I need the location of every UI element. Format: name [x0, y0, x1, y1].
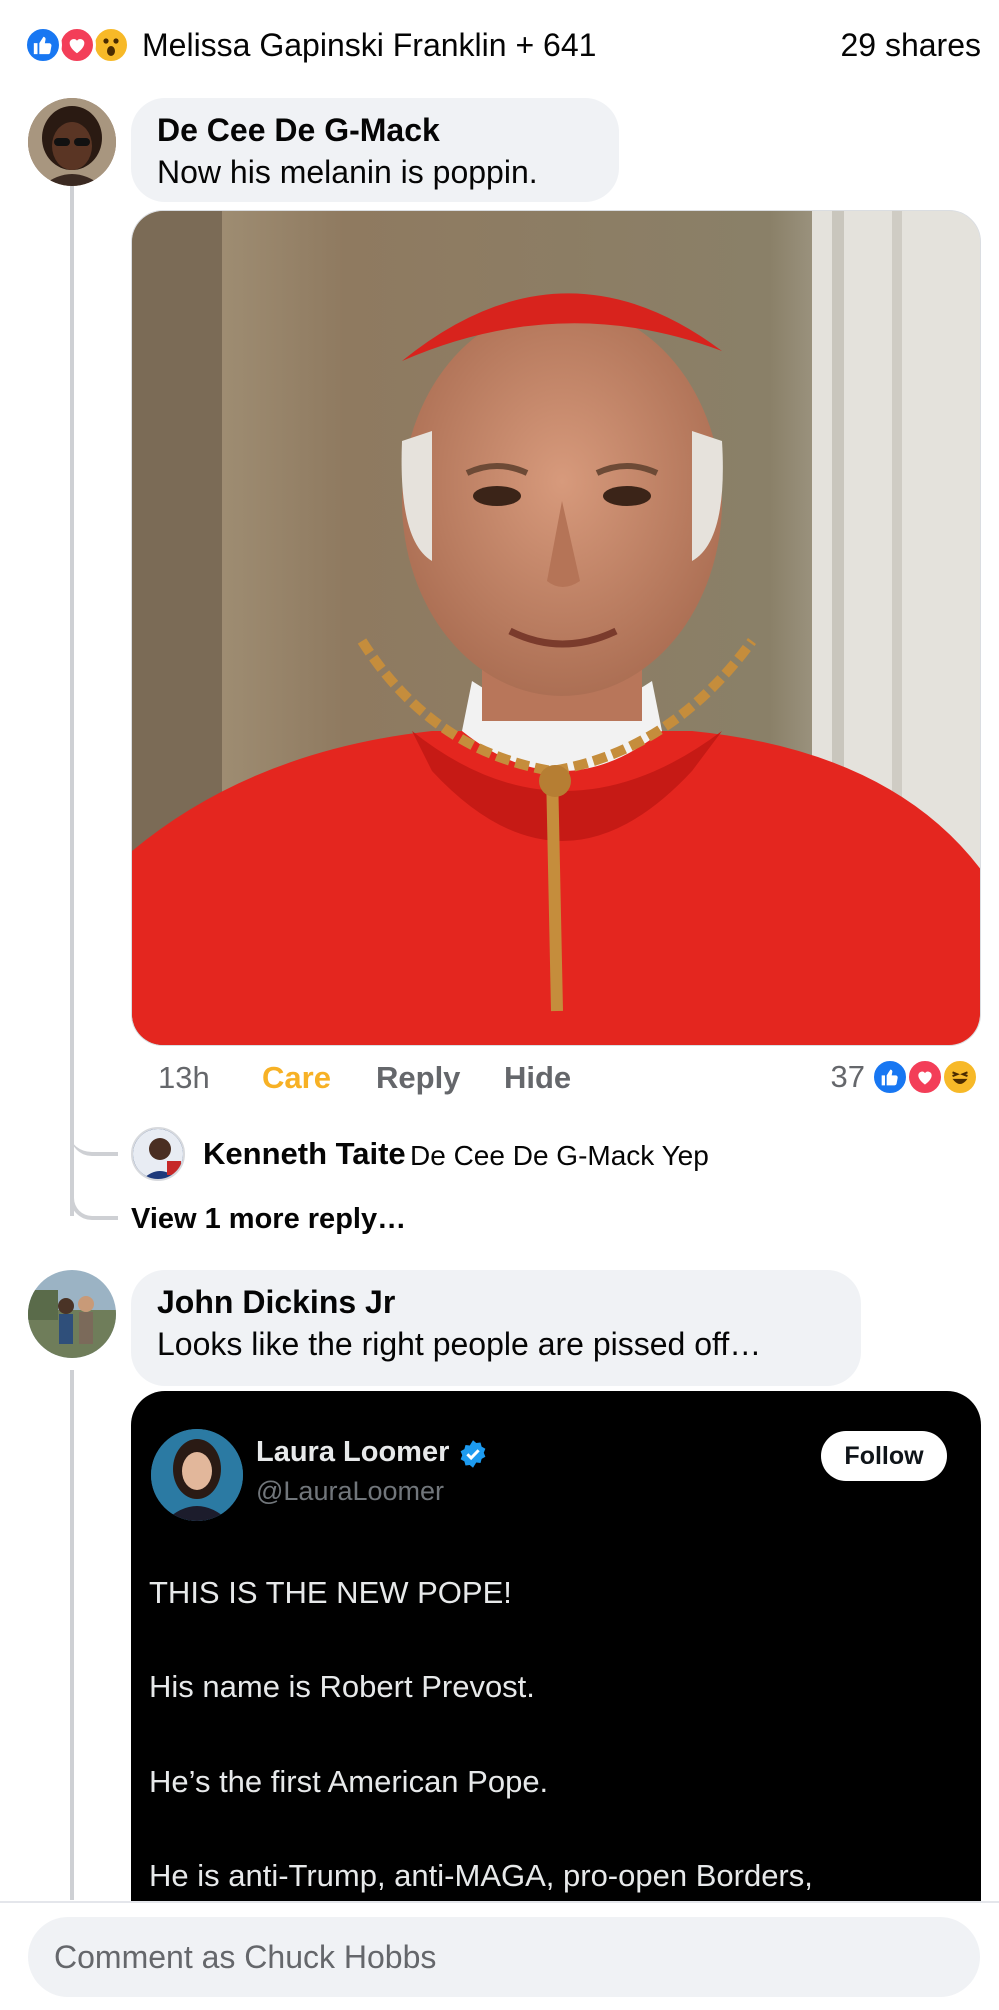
comment-bubble[interactable]: De Cee De G-Mack Now his melanin is popp…: [131, 98, 619, 202]
haha-icon: [941, 1058, 979, 1096]
love-icon: [58, 26, 96, 64]
avatar[interactable]: [28, 1270, 116, 1358]
post-reactions-bar[interactable]: Melissa Gapinski Franklin + 641 29 share…: [0, 0, 999, 92]
view-more-replies-link[interactable]: View 1 more reply…: [131, 1199, 406, 1239]
tweet-author-handle: @LauraLoomer: [256, 1476, 445, 1506]
tweet-screenshot[interactable]: Laura Loomer @LauraLoomer Follow THIS IS…: [131, 1391, 981, 1911]
thread-elbow-reply: [70, 1120, 118, 1156]
verified-badge-icon: [458, 1439, 488, 1469]
thread-line-comment-1: [70, 186, 74, 1216]
comment-reaction-count[interactable]: 37: [831, 1056, 865, 1098]
thread-line-comment-2: [70, 1370, 74, 1900]
like-icon: [871, 1058, 909, 1096]
follow-button: Follow: [821, 1431, 947, 1481]
avatar[interactable]: [28, 98, 116, 186]
comment-input-placeholder[interactable]: Comment as Chuck Hobbs: [54, 1937, 436, 1977]
shares-count[interactable]: 29 shares: [840, 26, 981, 64]
hide-button[interactable]: Hide: [504, 1057, 571, 1099]
wow-icon: [92, 26, 130, 64]
comment-author[interactable]: John Dickins Jr: [157, 1282, 835, 1322]
like-icon: [24, 26, 62, 64]
tweet-author-name: Laura Loomer: [256, 1436, 450, 1468]
care-reaction-button[interactable]: Care: [262, 1057, 331, 1099]
reply-button[interactable]: Reply: [376, 1057, 460, 1099]
avatar: [151, 1429, 243, 1521]
tweet-text-line: He is anti-Trump, anti-MAGA, pro-open Bo…: [149, 1858, 813, 1893]
reply-author[interactable]: Kenneth Taite: [203, 1134, 406, 1174]
thread-elbow-view-more: [70, 1180, 118, 1220]
comment-author[interactable]: De Cee De G-Mack: [157, 110, 593, 150]
love-icon: [906, 1058, 944, 1096]
comment-text: Now his melanin is poppin.: [157, 154, 538, 190]
comment-photo[interactable]: [131, 210, 981, 1046]
comment-timestamp[interactable]: 13h: [158, 1057, 210, 1099]
comment-bubble[interactable]: John Dickins Jr Looks like the right peo…: [131, 1270, 861, 1386]
tweet-text-line: His name is Robert Prevost.: [149, 1669, 535, 1704]
comment-text: Looks like the right people are pissed o…: [157, 1326, 762, 1362]
avatar[interactable]: [131, 1127, 185, 1181]
reply-text: De Cee De G-Mack Yep: [410, 1140, 709, 1171]
tweet-text-line: THIS IS THE NEW POPE!: [149, 1575, 512, 1610]
reactors-summary[interactable]: Melissa Gapinski Franklin + 641: [142, 26, 596, 64]
tweet-text-line: He’s the first American Pope.: [149, 1764, 549, 1799]
